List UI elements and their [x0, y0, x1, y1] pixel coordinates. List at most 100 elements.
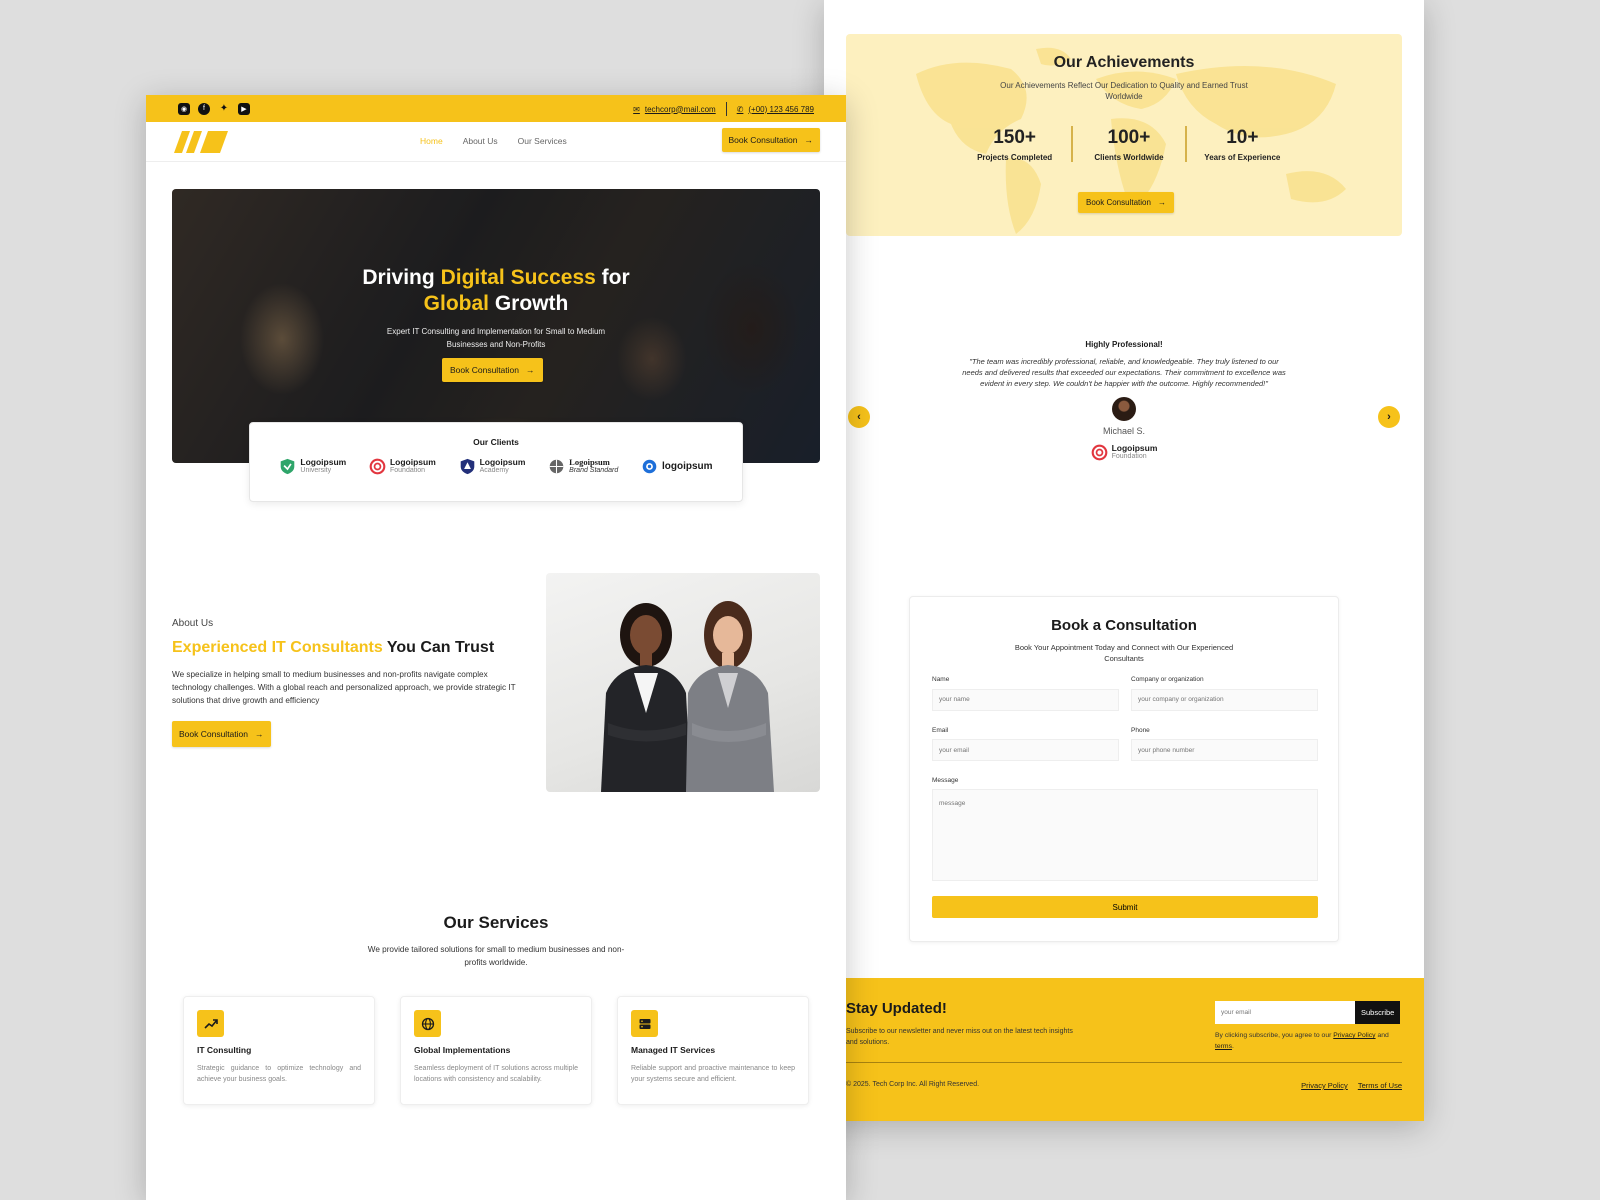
nav-book-button[interactable]: Book Consultation →: [721, 128, 820, 152]
company-label: Company or organization: [1131, 676, 1204, 683]
hero-title-highlight: Global: [423, 292, 489, 315]
logo-name: logoipsum: [662, 461, 713, 472]
circle-logo-icon: [642, 459, 657, 474]
client-logo: Logoipsum Foundation: [369, 458, 436, 475]
about-label: About Us: [172, 618, 214, 629]
footer-terms-link[interactable]: Terms of Use: [1358, 1081, 1402, 1090]
stat-value: 10+: [1226, 127, 1259, 148]
hero-title-text: Growth: [489, 292, 569, 315]
email-label: Email: [932, 726, 949, 734]
ring-logo-icon: [369, 458, 386, 475]
client-logos: Logoipsum University Logoipsum Foundation …: [250, 458, 742, 475]
arrow-right-icon: →: [526, 365, 535, 375]
privacy-policy-link[interactable]: Privacy Policy: [1333, 1032, 1375, 1039]
about-body: We specialize in helping small to medium…: [172, 670, 516, 705]
logo-tag: Foundation: [1111, 453, 1147, 460]
testimonial-quote: "The team was incredibly professional, r…: [962, 357, 1286, 388]
client-logo: logoipsum: [641, 458, 713, 475]
newsletter-email-input[interactable]: [1215, 1001, 1355, 1024]
instagram-icon[interactable]: ◉: [178, 102, 190, 115]
youtube-icon[interactable]: ▶: [238, 102, 250, 115]
logo-mark-icon: [1091, 444, 1107, 461]
nav-links: Home About Us Our Services: [420, 136, 567, 146]
twitter-icon[interactable]: ✦: [218, 103, 230, 115]
name-field[interactable]: [932, 688, 1119, 711]
stats-row: 150+ Projects Completed 100+ Clients Wor…: [958, 126, 1298, 162]
facebook-icon[interactable]: f: [198, 102, 210, 115]
sphere-logo-icon: [549, 459, 564, 474]
email-field[interactable]: [932, 739, 1119, 761]
top-contact-bar: ◉ f ✦ ▶ ✉ techcorp@mail.com ✆ (+00) 123 …: [146, 95, 846, 122]
testimonial-section: Highly Professional! "The team was incre…: [824, 340, 1424, 461]
email-link[interactable]: ✉ techcorp@mail.com: [633, 105, 716, 114]
testimonial-author: Michael S.: [1102, 426, 1146, 436]
stat-value: 100+: [1107, 127, 1151, 148]
logo-tag: University: [300, 467, 332, 474]
hero-title-highlight: Digital Success: [440, 266, 596, 289]
client-logo: Logoipsum Academy: [459, 458, 525, 475]
email-text: techcorp@mail.com: [644, 104, 716, 114]
two-consultants-illustration: [601, 601, 774, 792]
footer-privacy-link[interactable]: Privacy Policy: [1301, 1081, 1348, 1090]
logo-name: Logoipsum: [300, 457, 347, 467]
stat-value: 150+: [993, 127, 1037, 148]
stat-label: Years of Experience: [1204, 153, 1281, 162]
button-label: Book Consultation: [179, 729, 248, 739]
logo-name: Logoipsum: [1111, 443, 1158, 453]
client-logo: Logoipsum Brand Standard: [548, 458, 618, 475]
message-field[interactable]: [932, 789, 1318, 881]
about-title: Experienced IT Consultants You Can Trust: [172, 639, 494, 657]
agree-text: and: [1375, 1032, 1389, 1039]
footer: Stay Updated! Subscribe to our newslette…: [824, 978, 1424, 1121]
chevron-right-icon: ›: [1387, 411, 1391, 423]
stat-clients: 100+ Clients Worldwide: [1071, 126, 1184, 162]
nav-home[interactable]: Home: [420, 136, 443, 146]
main-nav: Home About Us Our Services Book Consulta…: [146, 122, 846, 162]
booking-form: Name Company or organization Email Phone: [932, 676, 1318, 918]
carousel-prev-button[interactable]: ‹: [848, 406, 870, 428]
arrow-right-icon: →: [255, 729, 264, 739]
company-field[interactable]: [1131, 688, 1318, 711]
crest-logo-icon: [460, 458, 474, 475]
avatar: [1112, 397, 1136, 421]
clients-card: Our Clients Logoipsum University Logoipsu…: [249, 422, 743, 502]
achievements-book-button[interactable]: Book Consultation →: [1078, 192, 1174, 213]
stat-label: Clients Worldwide: [1094, 153, 1164, 162]
service-card[interactable]: Global Implementations Seamless deployme…: [400, 996, 592, 1105]
carousel-next-button[interactable]: ›: [1378, 406, 1400, 428]
service-card[interactable]: IT Consulting Strategic guidance to opti…: [183, 996, 375, 1105]
nav-about[interactable]: About Us: [463, 136, 498, 146]
booking-title: Book a Consultation: [1051, 617, 1197, 634]
logo-name: Logoipsum: [569, 457, 610, 467]
service-title: IT Consulting: [197, 1045, 252, 1055]
phone-link[interactable]: ✆ (+00) 123 456 789: [737, 105, 814, 114]
phone-label: Phone: [1131, 726, 1150, 734]
about-book-button[interactable]: Book Consultation →: [172, 721, 271, 747]
service-desc: Strategic guidance to optimize technolog…: [197, 1065, 361, 1083]
chevron-left-icon: ‹: [857, 411, 861, 423]
terms-link[interactable]: terms: [1215, 1043, 1232, 1050]
hero-title: Driving Digital Success for Global Growt…: [172, 265, 820, 317]
nav-services[interactable]: Our Services: [518, 136, 567, 146]
subscribe-button[interactable]: Subscribe: [1355, 1001, 1401, 1024]
right-page-panel: Our Achievements Our Achievements Reflec…: [824, 0, 1424, 1121]
phone-field[interactable]: [1131, 739, 1318, 761]
hero-book-button[interactable]: Book Consultation →: [442, 358, 543, 382]
testimonial-company-logo: Logoipsum Foundation: [824, 444, 1424, 461]
agree-text: .: [1232, 1043, 1234, 1050]
service-card[interactable]: Managed IT Services Reliable support and…: [617, 996, 809, 1105]
button-label: Book Consultation: [728, 135, 798, 145]
stat-label: Projects Completed: [977, 153, 1053, 162]
clients-title: Our Clients: [473, 437, 519, 447]
newsletter-title: Stay Updated!: [846, 1000, 947, 1017]
arrow-right-icon: →: [804, 135, 814, 145]
newsletter-subtitle: Subscribe to our newsletter and never mi…: [846, 1028, 1073, 1046]
company-logo[interactable]: [174, 131, 228, 153]
booking-form-card: Book a Consultation Book Your Appointmen…: [909, 596, 1339, 942]
globe-icon: [414, 1010, 441, 1037]
logo-tag: Foundation: [389, 467, 426, 474]
stat-projects: 150+ Projects Completed: [958, 126, 1071, 162]
button-label: Book Consultation: [450, 365, 519, 375]
submit-button[interactable]: Submit: [932, 896, 1318, 918]
hero-title-text: Driving: [362, 266, 441, 289]
